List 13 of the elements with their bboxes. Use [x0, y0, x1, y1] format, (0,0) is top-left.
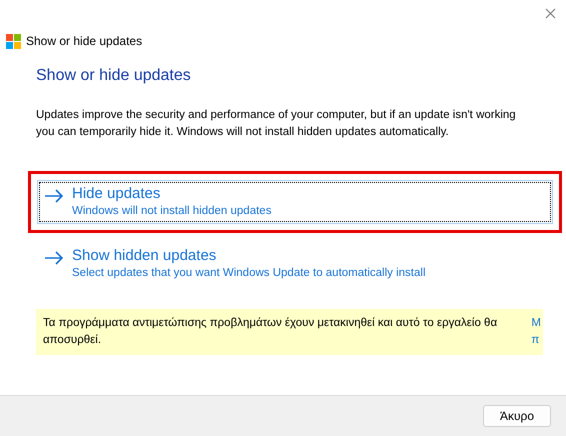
notice-link[interactable]: Μ [531, 315, 543, 332]
page-heading: Show or hide updates [36, 67, 192, 85]
arrow-right-icon [44, 189, 64, 203]
window-title: Show or hide updates [26, 34, 142, 48]
windows-logo-icon [6, 34, 21, 48]
cancel-button[interactable]: Άκυρο [483, 405, 551, 427]
arrow-right-icon [44, 251, 64, 265]
notice-link[interactable]: π [531, 332, 543, 349]
option-link[interactable]: Hide updates Windows will not install hidden updates [37, 180, 553, 224]
notice-text: Τα προγράμματα αντιμετώπισης προβλημάτων έχουν μετακινηθεί και αυτό το εργαλείο θα [43, 316, 498, 331]
description-text: Updates improve the security and performance of your computer, but if an update isn't working you can temporarily hide it. Windows will not install hidden updates automatically. [36, 108, 517, 140]
close-icon[interactable] [545, 8, 556, 18]
notice-text: αποσυρθεί. [43, 333, 102, 348]
